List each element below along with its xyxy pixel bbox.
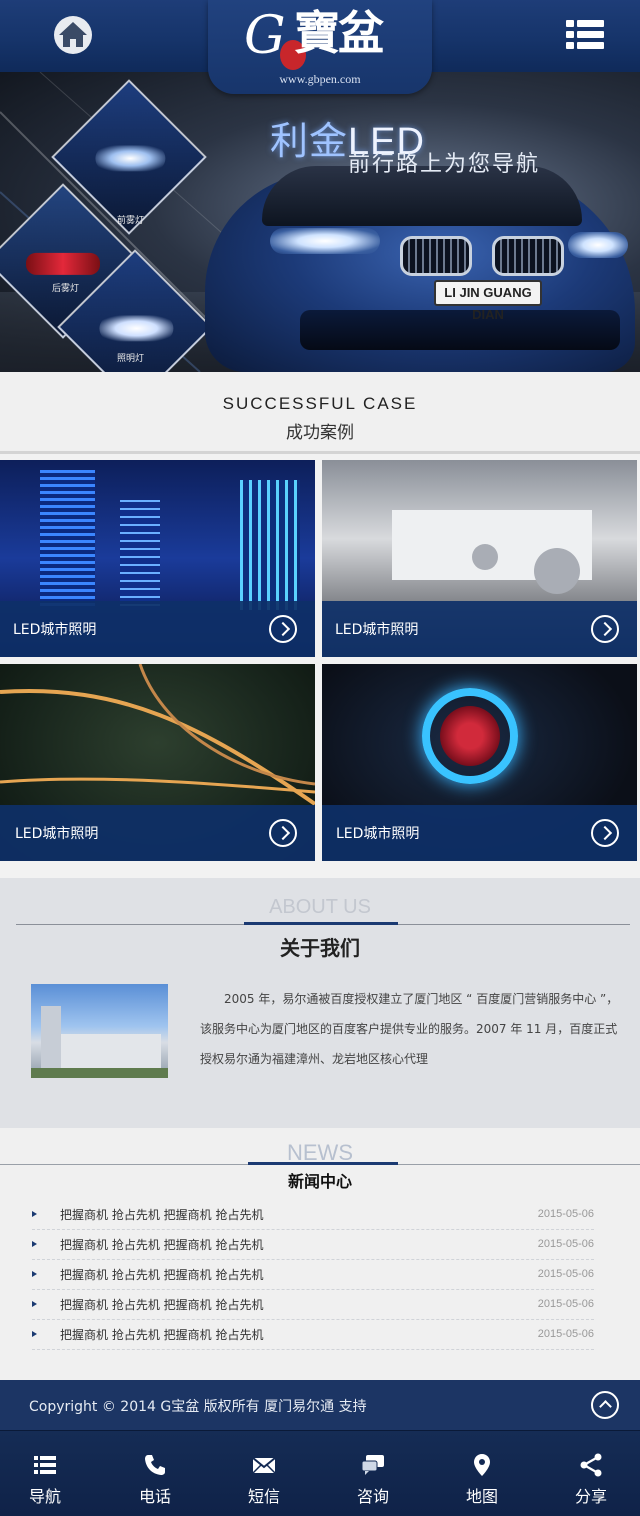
case-caption-bar: LED城市照明 <box>322 805 637 861</box>
tab-label: 电话 <box>138 1487 171 1506</box>
envelope-icon <box>252 1457 276 1474</box>
tab-sms[interactable]: 短信 <box>209 1431 319 1516</box>
case-tile[interactable]: LED城市照明 <box>0 664 315 861</box>
news-item[interactable]: 把握商机 抢占先机 把握商机 抢占先机 2015-05-06 <box>32 1200 594 1230</box>
case-label: LED城市照明 <box>335 622 419 638</box>
tab-label: 咨询 <box>356 1487 389 1506</box>
bullet-icon <box>32 1271 37 1277</box>
tab-label: 短信 <box>247 1487 280 1506</box>
map-pin-icon <box>474 1454 490 1476</box>
bottom-tab-bar: 导航 电话 短信 咨询 地图 分享 <box>0 1430 640 1516</box>
banner-label-rear: 后雾灯 <box>52 284 80 294</box>
car-bumper <box>300 310 620 350</box>
news-item-title[interactable]: 把握商机 抢占先机 把握商机 抢占先机 <box>60 1296 263 1313</box>
share-icon <box>580 1453 602 1477</box>
bullet-icon <box>32 1331 37 1337</box>
news-title-cn: 新闻中心 <box>287 1172 352 1191</box>
news-item-title[interactable]: 把握商机 抢占先机 把握商机 抢占先机 <box>60 1206 263 1223</box>
banner-label-front: 前雾灯 <box>117 216 145 226</box>
about-title-cn: 关于我们 <box>280 936 360 960</box>
news-title-en: NEWS <box>287 1140 353 1165</box>
about-divider-accent <box>244 922 398 925</box>
case-tile[interactable]: LED城市照明 <box>322 460 637 657</box>
chevron-right-icon[interactable] <box>269 819 297 847</box>
case-building <box>120 500 160 610</box>
copyright-text: Copyright © 2014 G宝盆 版权所有 厦门易尔通 支持 <box>29 1399 367 1415</box>
home-icon[interactable] <box>52 14 94 56</box>
case-caption-bar: LED城市照明 <box>0 601 315 657</box>
news-item-date: 2015-05-06 <box>537 1328 594 1340</box>
building-block <box>61 1034 161 1070</box>
list-icon <box>34 1456 56 1474</box>
case-tile[interactable]: LED城市照明 <box>322 664 637 861</box>
bullet-icon <box>32 1211 37 1217</box>
case-label: LED城市照明 <box>13 622 97 638</box>
tab-consult[interactable]: 咨询 <box>318 1431 428 1516</box>
case-caption-bar: LED城市照明 <box>322 601 637 657</box>
footer: Copyright © 2014 G宝盆 版权所有 厦门易尔通 支持 <box>0 1380 640 1430</box>
tab-label: 导航 <box>28 1487 61 1506</box>
news-item[interactable]: 把握商机 抢占先机 把握商机 抢占先机 2015-05-06 <box>32 1230 594 1260</box>
case-road-lines <box>0 664 315 806</box>
case-disc <box>534 548 580 594</box>
about-text: 2005 年，易尔通被百度授权建立了厦门地区 “ 百度厦门营销服务中心 ”，该服… <box>200 992 619 1066</box>
chat-icon <box>361 1455 384 1475</box>
bullet-icon <box>32 1241 37 1247</box>
case-title-en: SUCCESSFUL CASE <box>222 394 418 413</box>
news-item-title[interactable]: 把握商机 抢占先机 把握商机 抢占先机 <box>60 1236 263 1253</box>
car-headlight-left <box>270 228 380 254</box>
news-item[interactable]: 把握商机 抢占先机 把握商机 抢占先机 2015-05-06 <box>32 1260 594 1290</box>
chevron-up-icon[interactable] <box>591 1391 619 1419</box>
case-label: LED城市照明 <box>15 826 99 842</box>
case-disc <box>472 544 498 570</box>
car-headlight-right <box>568 232 628 258</box>
news-item-date: 2015-05-06 <box>537 1298 594 1310</box>
phone-icon <box>145 1455 165 1475</box>
case-tile[interactable]: LED城市照明 <box>0 460 315 657</box>
hero-banner[interactable]: 前雾灯 后雾灯 照明灯 LI JIN GUANG DIAN 利金LED 前行路上… <box>0 72 640 372</box>
banner-title-accent: 利金 <box>270 121 349 163</box>
about-section: ABOUT US 关于我们 2005 年，易尔通被百度授权建立了厦门地区 “ 百… <box>0 878 640 1128</box>
logo[interactable]: G 寶盆 www.gbpen.com <box>208 0 432 94</box>
license-plate: LI JIN GUANG DIAN <box>434 280 542 322</box>
case-section-header: SUCCESSFUL CASE 成功案例 <box>0 372 640 454</box>
news-item-date: 2015-05-06 <box>537 1208 594 1220</box>
tab-nav[interactable]: 导航 <box>0 1431 100 1516</box>
news-list: 把握商机 抢占先机 把握商机 抢占先机 2015-05-06 把握商机 抢占先机… <box>32 1200 594 1350</box>
case-caption-bar: LED城市照明 <box>0 805 315 861</box>
building-tower <box>41 1006 61 1072</box>
about-title-en: ABOUT US <box>269 896 371 918</box>
case-label: LED城市照明 <box>336 826 420 842</box>
car-grille-right <box>492 236 564 276</box>
tab-phone[interactable]: 电话 <box>100 1431 210 1516</box>
case-building <box>240 480 300 610</box>
chevron-right-icon[interactable] <box>269 615 297 643</box>
tab-share[interactable]: 分享 <box>536 1431 640 1516</box>
bullet-icon <box>32 1301 37 1307</box>
case-title-cn: 成功案例 <box>286 423 354 443</box>
logo-url: www.gbpen.com <box>279 72 361 86</box>
building-lawn <box>31 1068 168 1078</box>
case-grid: LED城市照明 LED城市照明 LED城市照明 LED城市照明 <box>0 460 640 864</box>
car-grille-left <box>400 236 472 276</box>
case-projector <box>440 706 500 766</box>
case-building <box>40 470 95 610</box>
news-item-title[interactable]: 把握商机 抢占先机 把握商机 抢占先机 <box>60 1326 263 1343</box>
tab-map[interactable]: 地图 <box>427 1431 537 1516</box>
about-building-image <box>31 984 168 1078</box>
news-item-title[interactable]: 把握商机 抢占先机 把握商机 抢占先机 <box>60 1266 263 1283</box>
menu-grid-icon[interactable] <box>566 18 604 52</box>
news-item-date: 2015-05-06 <box>537 1238 594 1250</box>
news-item-date: 2015-05-06 <box>537 1268 594 1280</box>
tab-label: 分享 <box>574 1487 607 1506</box>
banner-label-light: 照明灯 <box>117 354 145 364</box>
chevron-right-icon[interactable] <box>591 615 619 643</box>
news-item[interactable]: 把握商机 抢占先机 把握商机 抢占先机 2015-05-06 <box>32 1290 594 1320</box>
banner-subtitle: 前行路上为您导航 <box>348 151 541 176</box>
chevron-right-icon[interactable] <box>591 819 619 847</box>
news-section: NEWS 新闻中心 把握商机 抢占先机 把握商机 抢占先机 2015-05-06… <box>0 1128 640 1380</box>
tab-label: 地图 <box>465 1487 498 1506</box>
logo-text: 寶盆 <box>294 6 384 60</box>
news-item[interactable]: 把握商机 抢占先机 把握商机 抢占先机 2015-05-06 <box>32 1320 594 1350</box>
